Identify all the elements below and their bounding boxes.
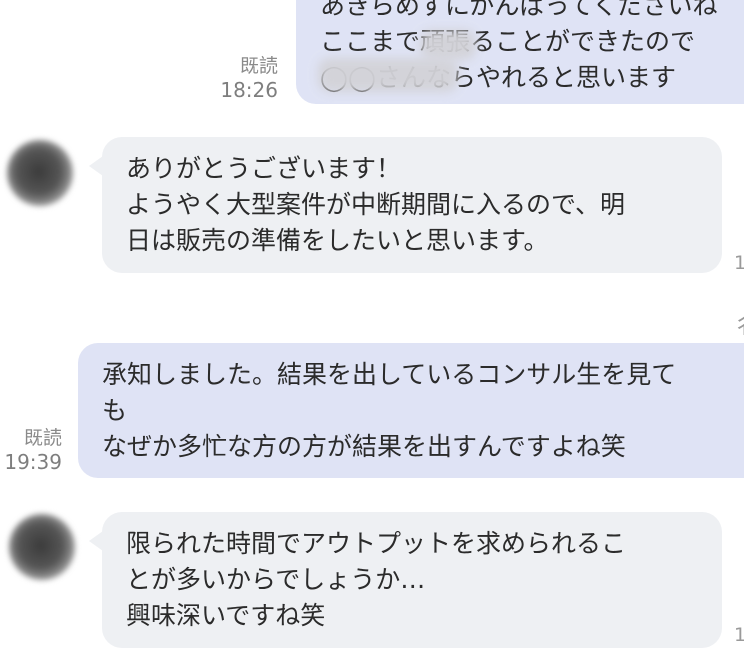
message-line: ここまで頑張ることができたので <box>320 27 696 56</box>
message-line: ありがとうございます！ <box>126 154 402 183</box>
message-line: とが多いからでしょうか… <box>126 565 426 594</box>
edge-glyph: 彳 <box>733 306 744 340</box>
bubble-tail <box>89 531 103 551</box>
chat-thread: あきらめずにがんばってくださいね ここまで頑張ることができたので ◯◯さんならや… <box>0 0 744 661</box>
contact-avatar[interactable] <box>9 514 75 580</box>
message-line: あきらめずにがんばってくださいね <box>320 0 718 20</box>
edge-time-fragment: 1 <box>734 252 744 274</box>
bubble-tail <box>89 156 103 176</box>
message-time: 18:26 <box>220 78 278 102</box>
redaction-blur <box>420 30 476 60</box>
message-line: なぜか多忙な方の方が結果を出すんですよね笑 <box>102 432 626 461</box>
received-message-bubble[interactable]: ありがとうございます！ ようやく大型案件が中断期間に入るので、明 日は販売の準備… <box>102 137 722 273</box>
message-meta: 既読 18:26 <box>214 54 278 102</box>
message-line: 限られた時間でアウトプットを求められるこ <box>126 529 627 558</box>
received-message-bubble[interactable]: 限られた時間でアウトプットを求められるこ とが多いからでしょうか… 興味深いです… <box>102 512 722 648</box>
edge-time-fragment: 1 <box>734 624 744 646</box>
message-line: ようやく大型案件が中断期間に入るので、明 <box>126 190 626 219</box>
message-time: 19:39 <box>4 450 62 474</box>
message-line: 日は販売の準備をしたいと思います。 <box>126 226 549 255</box>
message-line: も <box>102 396 128 425</box>
contact-avatar[interactable] <box>7 140 73 206</box>
redaction-blur <box>318 58 458 92</box>
read-receipt: 既読 <box>239 55 278 77</box>
message-line: 興味深いですね笑 <box>126 601 326 630</box>
sent-message-bubble[interactable]: 承知しました。結果を出しているコンサル生を見て も なぜか多忙な方の方が結果を出… <box>78 343 744 478</box>
message-line: 承知しました。結果を出しているコンサル生を見て <box>102 360 677 389</box>
read-receipt: 既読 <box>23 427 62 449</box>
message-meta: 既読 19:39 <box>0 426 62 474</box>
